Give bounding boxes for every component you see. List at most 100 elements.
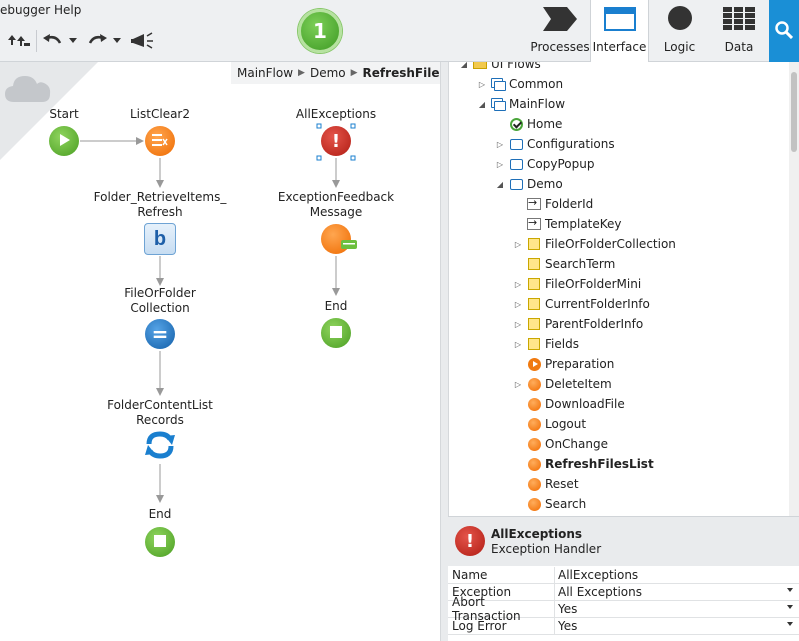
action-icon — [527, 397, 541, 411]
assign-node[interactable]: = — [145, 319, 175, 349]
tree-item-ui-flows[interactable]: ◢ UI Flows — [459, 62, 541, 74]
property-value-text: Yes — [558, 602, 578, 616]
tree-item-search[interactable]: Search — [513, 494, 586, 514]
local-icon — [527, 277, 541, 291]
local-icon — [527, 297, 541, 311]
tree-item-home[interactable]: Home — [495, 114, 562, 134]
property-value[interactable]: AllExceptions — [555, 567, 799, 583]
tree-item-searchterm[interactable]: SearchTerm — [513, 254, 615, 274]
dropdown-arrow-icon[interactable] — [787, 622, 793, 626]
tree-item-currentfolderinfo[interactable]: ▷ CurrentFolderInfo — [513, 294, 650, 314]
label-line: Records — [136, 413, 184, 427]
dropdown-arrow-icon[interactable] — [787, 588, 793, 592]
tree-item-configurations[interactable]: ▷ Configurations — [495, 134, 615, 154]
property-value[interactable]: All Exceptions — [555, 584, 799, 600]
tree-item-fileorfoldercollection[interactable]: ▷ FileOrFolderCollection — [513, 234, 676, 254]
prep-icon — [527, 357, 541, 371]
tab-interface[interactable]: Interface — [590, 0, 649, 62]
tree-item-label: Fields — [545, 337, 579, 351]
action-icon — [527, 417, 541, 431]
tab-data[interactable]: Data — [709, 0, 769, 62]
property-name: Log Error — [448, 618, 555, 634]
tree-item-downloadfile[interactable]: DownloadFile — [513, 394, 625, 414]
tree-item-reset[interactable]: Reset — [513, 474, 579, 494]
listclear-node[interactable] — [145, 126, 175, 156]
list-clear-icon — [152, 133, 168, 150]
publish-button[interactable]: 1 — [298, 9, 342, 53]
tree-item-label: RefreshFilesList — [545, 457, 654, 471]
tab-processes[interactable]: Processes — [530, 0, 590, 62]
tree-item-label: MainFlow — [509, 97, 566, 111]
panel-splitter[interactable] — [440, 62, 448, 641]
flow-canvas[interactable]: MainFlow ▶ Demo ▶ RefreshFilesList Start… — [0, 62, 440, 641]
action-icon — [527, 477, 541, 491]
tree-item-copypopup[interactable]: ▷ CopyPopup — [495, 154, 595, 174]
end-node[interactable] — [145, 527, 175, 557]
undo-dropdown-icon[interactable] — [67, 30, 79, 52]
menu-help[interactable]: Help — [54, 3, 81, 17]
redo-dropdown-icon[interactable] — [111, 30, 123, 52]
merge-icon[interactable] — [6, 30, 32, 52]
expand-icon[interactable]: ▷ — [513, 320, 523, 329]
end-node[interactable] — [321, 318, 351, 348]
action-icon — [527, 437, 541, 451]
collapse-icon[interactable]: ◢ — [495, 180, 505, 189]
tab-logic[interactable]: Logic — [650, 0, 709, 62]
stop-icon — [154, 534, 166, 550]
local-icon — [527, 237, 541, 251]
tree-item-mainflow[interactable]: ◢ MainFlow — [477, 94, 565, 114]
tree-item-onchange[interactable]: OnChange — [513, 434, 608, 454]
label-line: FolderContentList — [107, 398, 213, 412]
expand-icon[interactable]: ▷ — [495, 160, 505, 169]
tree-item-demo[interactable]: ◢ Demo — [495, 174, 563, 194]
dropdown-arrow-icon[interactable] — [787, 605, 793, 609]
menu-debugger[interactable]: ebugger — [0, 3, 50, 17]
redo-icon[interactable] — [84, 30, 110, 52]
expand-icon[interactable]: ▷ — [513, 240, 523, 249]
tree-item-folderid[interactable]: FolderId — [513, 194, 593, 214]
tree-item-label: FileOrFolderMini — [545, 277, 642, 291]
refresh-icon — [143, 430, 177, 463]
collapse-icon[interactable]: ◢ — [459, 62, 469, 69]
collapse-icon[interactable]: ◢ — [477, 100, 487, 109]
node-label-feedback: ExceptionFeedback Message — [278, 190, 394, 220]
expand-icon[interactable]: ▷ — [477, 80, 487, 89]
tree-item-common[interactable]: ▷ Common — [477, 74, 563, 94]
expand-icon[interactable]: ▷ — [513, 280, 523, 289]
node-label-retrieve: Folder_RetrieveItems_ Refresh — [94, 190, 227, 220]
expand-icon[interactable]: ▷ — [513, 340, 523, 349]
tree-scrollbar[interactable] — [789, 62, 799, 516]
feedback-message-node[interactable] — [321, 224, 357, 254]
tree-item-fields[interactable]: ▷ Fields — [513, 334, 579, 354]
expand-icon[interactable]: ▷ — [513, 300, 523, 309]
start-node[interactable] — [49, 126, 79, 156]
tree-item-logout[interactable]: Logout — [513, 414, 586, 434]
screen-icon — [509, 177, 523, 191]
scrollbar-thumb[interactable] — [791, 72, 797, 152]
expand-icon[interactable]: ▷ — [513, 380, 523, 389]
search-button[interactable] — [769, 0, 799, 62]
property-value[interactable]: Yes — [555, 618, 799, 634]
tree-item-fileorfoldermini[interactable]: ▷ FileOrFolderMini — [513, 274, 641, 294]
tree-item-label: OnChange — [545, 437, 608, 451]
property-value-text: AllExceptions — [558, 568, 639, 582]
property-value[interactable]: Yes — [555, 601, 799, 617]
tree-item-templatekey[interactable]: TemplateKey — [513, 214, 622, 234]
assign-icon: = — [151, 322, 169, 346]
exclamation-icon: ! — [331, 130, 341, 152]
exception-handler-node[interactable]: ! — [321, 126, 351, 156]
play-icon — [57, 133, 71, 150]
aggregate-node[interactable]: b — [144, 223, 176, 255]
tree-item-deleteitem[interactable]: ▷ DeleteItem — [513, 374, 612, 394]
expand-icon[interactable]: ▷ — [495, 140, 505, 149]
tree-item-preparation[interactable]: Preparation — [513, 354, 614, 374]
tree-item-parentfolderinfo[interactable]: ▷ ParentFolderInfo — [513, 314, 643, 334]
tree-item-refreshfileslist[interactable]: RefreshFilesList — [513, 454, 654, 474]
undo-icon[interactable] — [40, 30, 66, 52]
message-badge-icon — [341, 238, 357, 252]
megaphone-icon[interactable] — [128, 30, 158, 52]
refresh-data-node[interactable] — [143, 430, 177, 463]
label-line: FileOrFolder — [124, 286, 196, 300]
property-row: Log Error Yes — [448, 618, 799, 635]
node-label-refresh: FolderContentList Records — [107, 398, 213, 428]
